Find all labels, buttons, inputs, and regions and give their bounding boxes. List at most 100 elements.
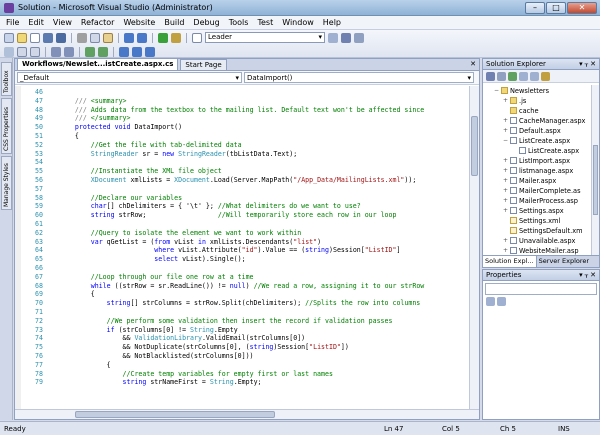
- css-properties-tab[interactable]: CSS Properties: [1, 98, 12, 154]
- scroll-thumb[interactable]: [471, 116, 478, 176]
- next-bookmark-icon[interactable]: [145, 46, 155, 57]
- find-in-files-icon[interactable]: [328, 32, 338, 43]
- code-line[interactable]: 46: [15, 88, 475, 97]
- code-line[interactable]: 79 string strNameFirst = String.Empty;: [15, 378, 475, 387]
- tree-item[interactable]: + CacheManager.aspx: [503, 116, 585, 126]
- close-document-icon[interactable]: ✕: [470, 60, 476, 68]
- class-combo[interactable]: _Default ▾: [17, 72, 242, 83]
- scroll-thumb[interactable]: [593, 145, 598, 215]
- code-line[interactable]: 72 //We perform some validation then ins…: [15, 317, 475, 326]
- tree-item[interactable]: + Settings.aspx: [503, 206, 564, 216]
- tab-listcreate-cs[interactable]: Workflows/Newslet...istCreate.aspx.cs: [17, 58, 179, 70]
- solution-config-icon[interactable]: [192, 32, 202, 43]
- minimize-button[interactable]: –: [525, 1, 545, 14]
- expander-icon[interactable]: −: [503, 137, 509, 144]
- expander-icon[interactable]: +: [503, 117, 509, 124]
- menu-file[interactable]: File: [6, 18, 19, 27]
- menu-tools[interactable]: Tools: [229, 18, 249, 27]
- properties-window-icon[interactable]: [341, 32, 351, 43]
- member-combo[interactable]: DataImport() ▾: [244, 72, 474, 83]
- tree-item[interactable]: + MailerComplete.as: [503, 186, 581, 196]
- save-all-icon[interactable]: [56, 32, 66, 43]
- menu-view[interactable]: View: [53, 18, 72, 27]
- menu-build[interactable]: Build: [164, 18, 184, 27]
- copy-icon[interactable]: [90, 32, 100, 43]
- menu-test[interactable]: Test: [257, 18, 273, 27]
- tree-item[interactable]: ListCreate.aspx: [512, 146, 579, 156]
- tree-item[interactable]: − ListCreate.aspx: [503, 136, 570, 146]
- prev-bookmark-icon[interactable]: [132, 46, 142, 57]
- code-line[interactable]: 69 {: [15, 290, 475, 299]
- alphabetical-icon[interactable]: [497, 297, 506, 306]
- code-line[interactable]: 57: [15, 185, 475, 194]
- code-line[interactable]: 77 {: [15, 361, 475, 370]
- tree-item[interactable]: cache: [503, 106, 539, 116]
- code-line[interactable]: 51 {: [15, 132, 475, 141]
- pin-icon[interactable]: ▾: [579, 270, 583, 280]
- code-line[interactable]: 76 && NotBlacklisted(strColumns[0])): [15, 352, 475, 361]
- tree-item[interactable]: + .js: [503, 96, 526, 106]
- code-line[interactable]: 55 //Instantiate the XML file object: [15, 167, 475, 176]
- code-line[interactable]: 66: [15, 264, 475, 273]
- code-line[interactable]: 64 where vList.Attribute("id").Value == …: [15, 246, 475, 255]
- tree-item[interactable]: − Newsletters: [494, 86, 549, 96]
- paste-icon[interactable]: [103, 32, 113, 43]
- horizontal-scrollbar[interactable]: [15, 409, 479, 419]
- tree-item[interactable]: + listmanage.aspx: [503, 166, 573, 176]
- code-line[interactable]: 50 protected void DataImport(): [15, 123, 475, 132]
- code-line[interactable]: 78 //Create temp variables for empty fir…: [15, 370, 475, 379]
- redo-icon[interactable]: [137, 32, 147, 43]
- toolbox-tab[interactable]: Toolbox: [1, 62, 12, 96]
- code-text-area[interactable]: 46 47 /// <summary> 48 /// Adds data from …: [15, 86, 479, 409]
- solution-explorer-icon[interactable]: [354, 32, 364, 43]
- code-line[interactable]: 49 /// </summary>: [15, 114, 475, 123]
- expander-icon[interactable]: +: [503, 247, 509, 254]
- refresh-icon[interactable]: [508, 71, 517, 81]
- close-icon[interactable]: ✕: [590, 270, 596, 280]
- tab-solution-explorer[interactable]: Solution Expl...: [483, 256, 537, 267]
- tree-scrollbar[interactable]: [591, 85, 599, 255]
- code-line[interactable]: 70 string[] strColumns = strRow.Split(ch…: [15, 299, 475, 308]
- code-line[interactable]: 61: [15, 220, 475, 229]
- code-line[interactable]: 58 //Declare our variables: [15, 194, 475, 203]
- new-project-icon[interactable]: [4, 32, 14, 43]
- code-line[interactable]: 75 && NotDuplicate(strColumns[0], (strin…: [15, 343, 475, 352]
- tree-item[interactable]: + Mailer.aspx: [503, 176, 556, 186]
- expander-icon[interactable]: +: [503, 167, 509, 174]
- auto-hide-icon[interactable]: ᚁ: [585, 270, 588, 280]
- bookmark-icon[interactable]: [119, 46, 129, 57]
- save-icon[interactable]: [43, 32, 53, 43]
- undo-icon[interactable]: [124, 32, 134, 43]
- tree-item[interactable]: Settings.xml: [503, 216, 560, 226]
- expander-icon[interactable]: +: [503, 97, 509, 104]
- menu-debug[interactable]: Debug: [193, 18, 219, 27]
- tree-item[interactable]: + Unavailable.aspx: [503, 236, 575, 246]
- tree-item[interactable]: + Default.aspx: [503, 126, 561, 136]
- tab-server-explorer[interactable]: Server Explorer: [537, 256, 591, 267]
- tree-item[interactable]: SettingsDefault.xm: [503, 226, 583, 236]
- code-line[interactable]: 60 string strRow; //Will temporarily sto…: [15, 211, 475, 220]
- tree-item[interactable]: + ListImport.aspx: [503, 156, 570, 166]
- find-icon[interactable]: [171, 32, 181, 43]
- code-line[interactable]: 71: [15, 308, 475, 317]
- expander-icon[interactable]: +: [503, 207, 509, 214]
- outdent-icon[interactable]: [64, 46, 74, 57]
- maximize-button[interactable]: □: [546, 1, 566, 14]
- member-list-icon[interactable]: [17, 46, 27, 57]
- start-debug-icon[interactable]: [158, 32, 168, 43]
- menu-help[interactable]: Help: [323, 18, 341, 27]
- code-line[interactable]: 59 char[] chDelimiters = { '\t' }; //Wha…: [15, 202, 475, 211]
- menu-website[interactable]: Website: [123, 18, 155, 27]
- indent-icon[interactable]: [51, 46, 61, 57]
- view-code-icon[interactable]: [519, 71, 528, 81]
- menu-refactor[interactable]: Refactor: [81, 18, 115, 27]
- open-file-icon[interactable]: [17, 32, 27, 43]
- expander-icon[interactable]: +: [503, 197, 509, 204]
- object-selector[interactable]: [485, 283, 597, 295]
- auto-hide-icon[interactable]: ᚁ: [585, 59, 588, 69]
- code-line[interactable]: 67 //Loop through our file one row at a …: [15, 273, 475, 282]
- expander-icon[interactable]: −: [494, 87, 500, 94]
- menu-window[interactable]: Window: [282, 18, 314, 27]
- code-line[interactable]: 52 //Get the file with tab-delimited dat…: [15, 141, 475, 150]
- expander-icon[interactable]: +: [503, 127, 509, 134]
